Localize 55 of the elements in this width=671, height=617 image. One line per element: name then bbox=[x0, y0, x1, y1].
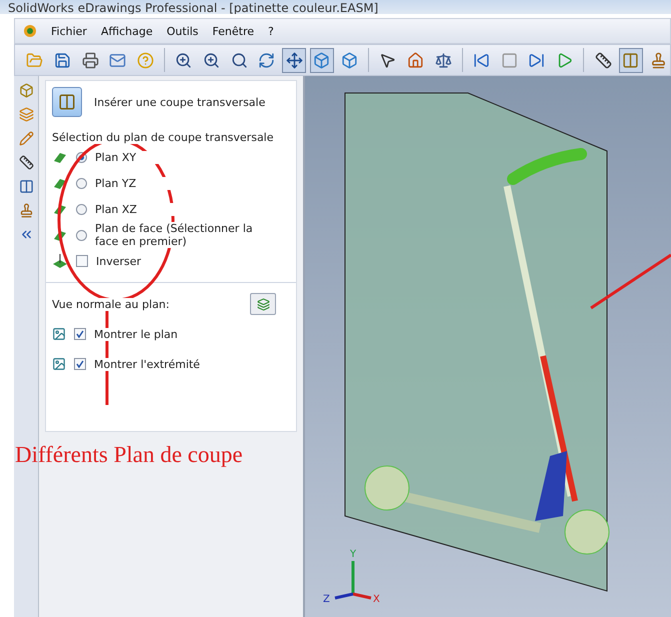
checkbox-label: Montrer le plan bbox=[94, 328, 178, 340]
menu-item[interactable]: Outils bbox=[166, 24, 198, 38]
home-icon bbox=[407, 52, 424, 68]
section-icon bbox=[58, 93, 76, 111]
checkbox-label: Inverser bbox=[96, 254, 142, 268]
annotation-text: Différents Plan de coupe bbox=[15, 442, 244, 468]
perspective-cube-icon bbox=[340, 52, 358, 68]
radio-label: Plan de face (Sélectionner la face en premier) bbox=[95, 222, 255, 248]
layers-icon bbox=[18, 106, 34, 122]
rotate-icon bbox=[258, 52, 276, 68]
checkbox-label: Montrer l'extrémité bbox=[94, 358, 200, 370]
box-icon bbox=[18, 82, 34, 98]
skip-back-icon bbox=[473, 52, 490, 68]
stamp-icon bbox=[18, 202, 34, 218]
play-icon bbox=[556, 52, 574, 68]
radio-button[interactable] bbox=[76, 204, 87, 214]
menu-item[interactable]: Affichage bbox=[100, 24, 153, 38]
normal-view-label: Vue normale au plan: bbox=[52, 298, 170, 310]
checkbox[interactable] bbox=[74, 358, 86, 370]
pointer-icon bbox=[379, 52, 396, 68]
balance-icon bbox=[434, 52, 452, 68]
checkbox[interactable] bbox=[76, 255, 88, 267]
section-icon bbox=[18, 178, 34, 194]
ruler-icon bbox=[18, 154, 34, 170]
plane-icon bbox=[256, 298, 270, 310]
normal-view-button[interactable] bbox=[250, 293, 276, 315]
radio-button[interactable] bbox=[76, 230, 87, 240]
checkbox[interactable] bbox=[74, 328, 86, 340]
section-button[interactable] bbox=[618, 48, 643, 72]
help-icon bbox=[136, 52, 154, 68]
open-folder-icon bbox=[26, 52, 44, 68]
zoom-area-icon bbox=[202, 52, 220, 68]
pan-icon bbox=[286, 52, 303, 68]
section-button[interactable] bbox=[52, 87, 82, 117]
stamp-icon bbox=[650, 52, 667, 68]
panel-title: Insérer une coupe transversale bbox=[94, 96, 266, 108]
radio-button[interactable] bbox=[76, 178, 87, 188]
mail-icon bbox=[109, 52, 126, 68]
pencil-icon bbox=[18, 130, 34, 146]
printer-icon bbox=[82, 52, 99, 68]
stop-icon bbox=[500, 52, 518, 68]
section-icon bbox=[622, 52, 640, 68]
skip-forward-icon bbox=[528, 52, 546, 68]
flip-plane-icon bbox=[52, 253, 68, 269]
app-logo-icon bbox=[23, 24, 37, 38]
axis-triad-drawing: Y Z X bbox=[323, 546, 383, 606]
save-icon bbox=[54, 52, 71, 68]
zoom-icon bbox=[230, 52, 248, 68]
menu-item[interactable]: ? bbox=[268, 24, 274, 38]
cube-icon bbox=[313, 52, 330, 68]
menu-item[interactable]: Fichier bbox=[51, 24, 87, 38]
zoom-in-icon bbox=[175, 52, 192, 68]
menu-item[interactable]: Fenêtre bbox=[212, 24, 254, 38]
pan-button[interactable] bbox=[282, 48, 306, 72]
measure-icon bbox=[594, 52, 612, 68]
